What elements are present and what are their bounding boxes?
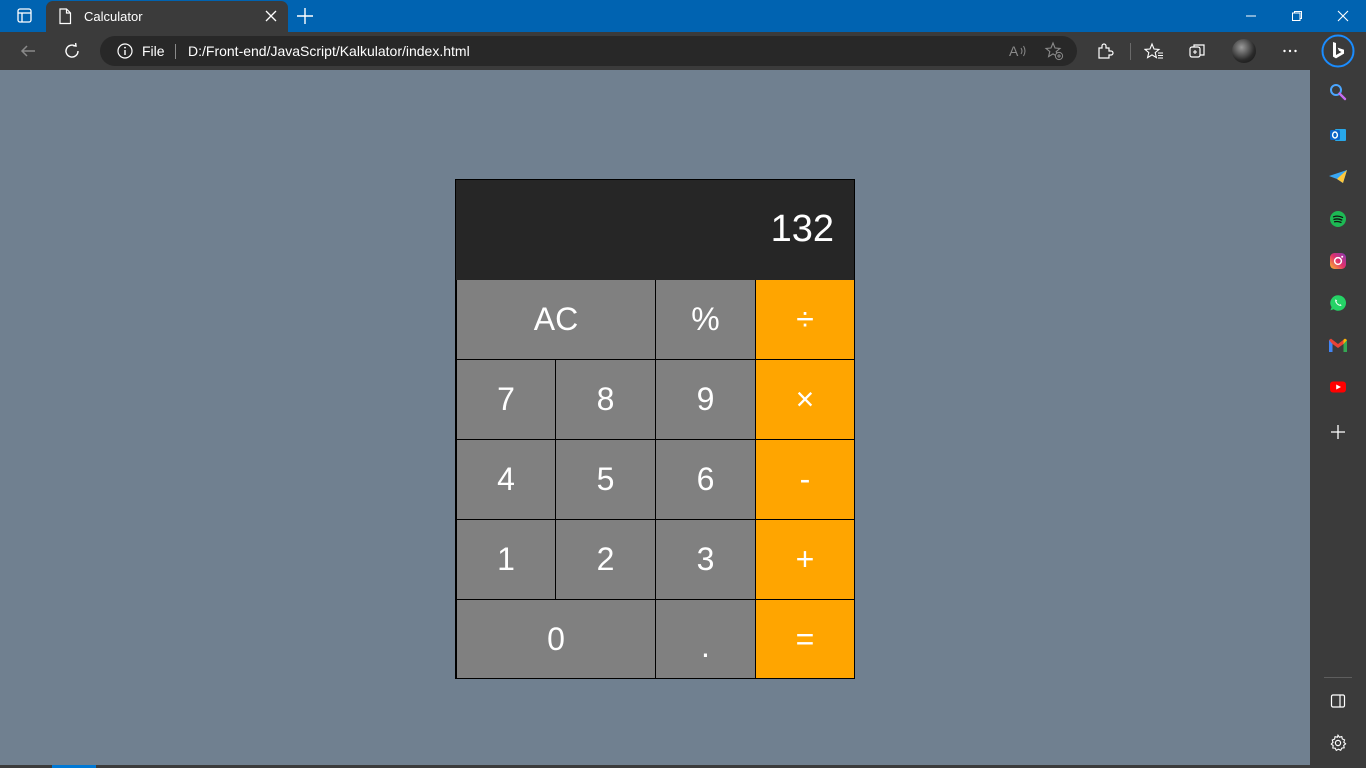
digit-0-button[interactable]: 0: [456, 600, 656, 678]
calculator-display: 132: [456, 180, 854, 280]
whatsapp-icon[interactable]: [1328, 293, 1348, 313]
refresh-icon[interactable]: [62, 41, 82, 61]
extensions-icon[interactable]: [1095, 41, 1115, 61]
favorites-icon[interactable]: [1144, 41, 1164, 61]
new-tab-icon[interactable]: [294, 6, 316, 26]
sidebar-divider: [1324, 677, 1352, 678]
multiply-button[interactable]: ×: [755, 360, 855, 440]
tab-actions-icon[interactable]: [10, 6, 38, 26]
url-text[interactable]: D:/Front-end/JavaScript/Kalkulator/index…: [188, 43, 470, 59]
toolbar-divider: [1130, 43, 1131, 60]
percent-button[interactable]: %: [655, 280, 756, 360]
decimal-button[interactable]: .: [655, 600, 756, 678]
page-icon: [58, 8, 72, 30]
address-separator: [175, 44, 176, 59]
instagram-icon[interactable]: [1328, 251, 1348, 271]
profile-avatar[interactable]: [1232, 39, 1256, 63]
tab-title: Calculator: [84, 9, 143, 24]
add-icon[interactable]: [1328, 422, 1348, 442]
settings-icon[interactable]: [1328, 733, 1348, 753]
digit-2-button[interactable]: 2: [555, 520, 656, 600]
spotify-icon[interactable]: [1328, 209, 1348, 229]
edge-sidebar: [1310, 70, 1366, 768]
sidebar-toggle-icon[interactable]: [1328, 691, 1348, 711]
svg-text:A: A: [1009, 43, 1019, 59]
digit-9-button[interactable]: 9: [655, 360, 756, 440]
info-icon[interactable]: [117, 43, 133, 64]
collections-icon[interactable]: [1188, 41, 1208, 61]
digit-7-button[interactable]: 7: [456, 360, 556, 440]
tab-calculator[interactable]: Calculator: [46, 1, 288, 32]
back-icon[interactable]: [18, 41, 38, 61]
search-icon[interactable]: [1328, 82, 1348, 102]
clear-button[interactable]: AC: [456, 280, 656, 360]
more-options-icon[interactable]: [1280, 41, 1300, 61]
add-favorite-icon[interactable]: [1044, 41, 1064, 61]
address-bar[interactable]: File D:/Front-end/JavaScript/Kalkulator/…: [100, 36, 1077, 66]
equals-button[interactable]: =: [755, 600, 855, 678]
browser-toolbar: File D:/Front-end/JavaScript/Kalkulator/…: [0, 32, 1366, 70]
outlook-icon[interactable]: [1328, 125, 1348, 145]
close-window-icon[interactable]: [1320, 0, 1366, 32]
calculator: 132 AC % ÷ 7 8 9 × 4 5 6 - 1 2 3 + 0 . =: [455, 179, 855, 679]
bing-copilot-icon[interactable]: [1321, 34, 1355, 68]
add-button[interactable]: +: [755, 520, 855, 600]
youtube-icon[interactable]: [1328, 377, 1348, 397]
minimize-icon[interactable]: [1228, 0, 1274, 32]
close-tab-icon[interactable]: [264, 9, 278, 23]
digit-4-button[interactable]: 4: [456, 440, 556, 520]
digit-6-button[interactable]: 6: [655, 440, 756, 520]
subtract-button[interactable]: -: [755, 440, 855, 520]
digit-5-button[interactable]: 5: [555, 440, 656, 520]
site-info-label[interactable]: File: [142, 43, 165, 59]
digit-1-button[interactable]: 1: [456, 520, 556, 600]
title-bar: Calculator: [0, 0, 1366, 32]
read-aloud-icon[interactable]: A: [1008, 41, 1028, 61]
divide-button[interactable]: ÷: [755, 280, 855, 360]
restore-icon[interactable]: [1274, 0, 1320, 32]
telegram-icon[interactable]: [1328, 167, 1348, 187]
gmail-icon[interactable]: [1328, 335, 1348, 355]
digit-8-button[interactable]: 8: [555, 360, 656, 440]
digit-3-button[interactable]: 3: [655, 520, 756, 600]
